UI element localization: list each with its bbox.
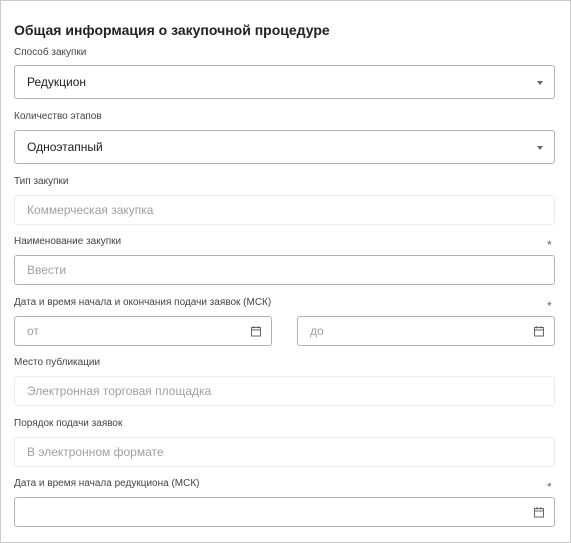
- stages-value: Одноэтапный: [27, 140, 103, 154]
- dates-label: Дата и время начала и окончания подачи з…: [14, 297, 272, 308]
- calendar-icon[interactable]: [533, 506, 545, 518]
- calendar-icon[interactable]: [533, 325, 545, 337]
- name-label: Наименование закупки: [14, 236, 122, 247]
- date-to-placeholder: до: [310, 324, 324, 338]
- date-from-input[interactable]: от: [14, 316, 272, 346]
- reduction-start-label: Дата и время начала редукциона (МСК): [14, 478, 200, 489]
- stages-select[interactable]: Одноэтапный: [14, 130, 555, 164]
- required-mark: *: [547, 238, 552, 252]
- type-placeholder: Коммерческая закупка: [27, 203, 154, 217]
- method-select[interactable]: Редукцион: [14, 65, 555, 99]
- stages-label: Количество этапов: [14, 111, 102, 122]
- method-label: Способ закупки: [14, 47, 87, 58]
- required-mark: *: [547, 299, 552, 313]
- section-title: Общая информация о закупочной процедуре: [14, 22, 330, 38]
- procurement-info-panel: Общая информация о закупочной процедуре …: [0, 0, 571, 543]
- order-label: Порядок подачи заявок: [14, 418, 123, 429]
- method-value: Редукцион: [27, 75, 87, 89]
- order-placeholder: В электронном формате: [27, 445, 164, 459]
- chevron-down-icon: [537, 146, 543, 150]
- place-field: Электронная торговая площадка: [14, 376, 555, 406]
- type-field: Коммерческая закупка: [14, 195, 555, 225]
- chevron-down-icon: [537, 81, 543, 85]
- place-placeholder: Электронная торговая площадка: [27, 384, 212, 398]
- calendar-icon[interactable]: [250, 325, 262, 337]
- type-label: Тип закупки: [14, 176, 69, 187]
- order-field: В электронном формате: [14, 437, 555, 467]
- date-to-input[interactable]: до: [297, 316, 555, 346]
- reduction-start-input[interactable]: [14, 497, 555, 527]
- required-mark: *: [547, 480, 552, 494]
- name-placeholder: Ввести: [27, 263, 67, 277]
- date-from-placeholder: от: [27, 324, 39, 338]
- name-input[interactable]: Ввести: [14, 255, 555, 285]
- place-label: Место публикации: [14, 357, 101, 368]
